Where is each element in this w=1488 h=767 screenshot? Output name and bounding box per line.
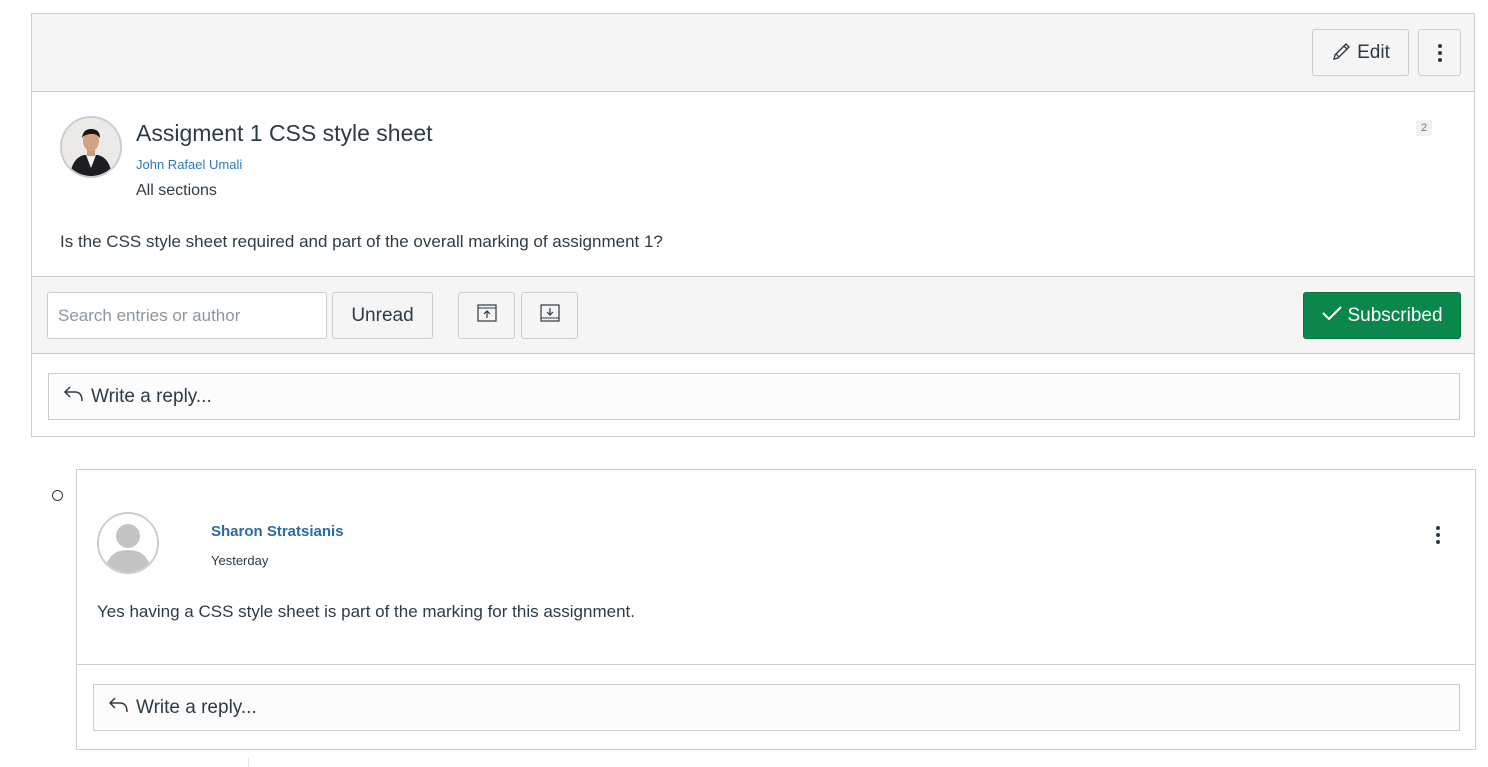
entry-author-link[interactable]: Sharon Stratsianis [211, 523, 344, 540]
checkmark-icon [1321, 304, 1343, 328]
subscribed-button[interactable]: Subscribed [1303, 292, 1461, 339]
pencil-icon [1331, 39, 1353, 67]
discussion-topic: Edit Assigment 1 CSS style sheet John Ra… [31, 13, 1475, 437]
topic-title: Assigment 1 CSS style sheet [136, 120, 433, 146]
topic-message: Is the CSS style sheet required and part… [60, 232, 663, 251]
reply-count-badge: 2 [1416, 120, 1433, 136]
topic-header: Edit [32, 14, 1474, 92]
unread-indicator-icon[interactable] [52, 490, 63, 501]
unread-filter-button[interactable]: Unread [332, 292, 433, 339]
author-avatar[interactable] [60, 116, 122, 178]
topic-reply-box[interactable]: Write a reply... [48, 373, 1460, 420]
reply-label: Write a reply... [91, 385, 212, 407]
subscribed-label: Subscribed [1347, 304, 1443, 326]
kebab-menu-icon [1436, 526, 1440, 544]
divider [77, 664, 1475, 665]
entry-timestamp: Yesterday [211, 553, 269, 568]
discussion-entry: Sharon Stratsianis Yesterday Yes having … [76, 469, 1476, 750]
reply-arrow-icon [63, 384, 85, 410]
collapse-threads-button[interactable] [521, 292, 578, 339]
entry-message: Yes having a CSS style sheet is part of … [97, 602, 635, 621]
topic-author-link[interactable]: John Rafael Umali [136, 157, 242, 172]
edit-label: Edit [1357, 41, 1390, 63]
topic-sections: All sections [136, 182, 217, 199]
collapse-down-icon [539, 304, 560, 327]
footer-stub [0, 758, 249, 767]
entry-author-avatar[interactable] [97, 512, 159, 574]
entry-options-button[interactable] [1431, 523, 1445, 547]
topic-options-button[interactable] [1418, 29, 1461, 76]
discussion-toolbar: Unread [32, 276, 1474, 354]
expand-up-icon [476, 304, 497, 327]
entry-reply-box[interactable]: Write a reply... [93, 684, 1460, 731]
reply-label: Write a reply... [136, 696, 257, 718]
reply-arrow-icon [108, 695, 130, 721]
kebab-menu-icon [1437, 43, 1442, 62]
search-input[interactable] [47, 292, 327, 339]
expand-threads-button[interactable] [458, 292, 515, 339]
edit-button[interactable]: Edit [1312, 29, 1409, 76]
